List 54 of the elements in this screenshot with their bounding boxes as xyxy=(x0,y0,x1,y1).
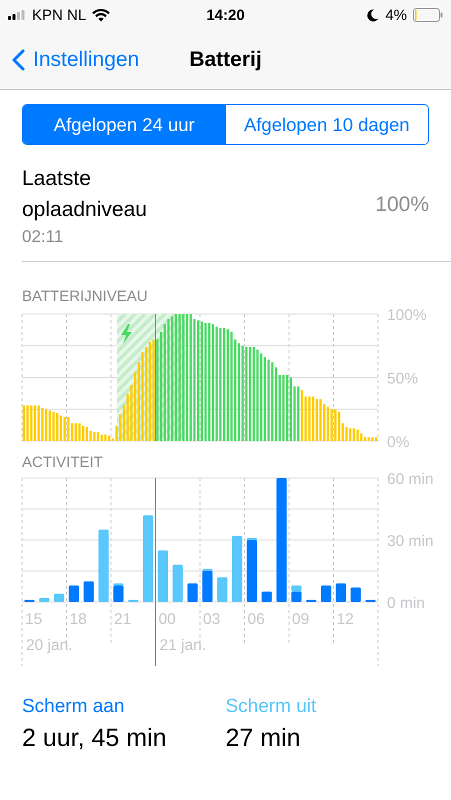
wifi-icon xyxy=(92,8,110,22)
chart-bar xyxy=(306,600,316,602)
usage-value: 2 uur, 45 min xyxy=(22,724,168,753)
back-button[interactable]: Instellingen xyxy=(0,48,140,72)
chart-bar xyxy=(365,600,376,602)
page-title: Batterij xyxy=(189,48,262,72)
date-label: 20 jan. xyxy=(26,637,73,654)
axis-label: 06 xyxy=(248,611,265,628)
usage-value: 27 min xyxy=(226,724,302,753)
segment-tab[interactable]: Afgelopen 24 uur xyxy=(23,105,226,144)
chart-bar xyxy=(158,550,168,602)
moon-icon xyxy=(367,8,380,22)
chart-bar xyxy=(68,585,80,602)
axis-label: 00 xyxy=(158,611,176,628)
axis-label: 0 min xyxy=(387,595,425,612)
chart-bar xyxy=(172,564,183,602)
section-title: BATTERIJNIVEAU xyxy=(21,287,149,307)
date-label: 21 jan. xyxy=(160,637,206,654)
axis-label: 30 min xyxy=(387,533,434,550)
chart-bar xyxy=(84,581,94,602)
chart-bar xyxy=(217,577,228,602)
section-title: ACTIVITEIT xyxy=(21,453,104,468)
chart-bar xyxy=(232,536,242,602)
axis-label: 18 xyxy=(70,611,87,628)
battery-percent: 4% xyxy=(385,6,407,24)
axis-label: 21 xyxy=(114,611,132,628)
axis-label: 03 xyxy=(203,611,220,628)
clock-time: 14:20 xyxy=(206,6,245,24)
axis-label: 09 xyxy=(292,611,310,628)
chart-bar xyxy=(128,600,138,602)
carrier-name: KPN NL xyxy=(32,6,86,24)
last-charge-time: 02:11 xyxy=(22,227,64,247)
chart-bar xyxy=(39,598,50,602)
chart-bar xyxy=(320,585,332,602)
lightning-icon xyxy=(121,324,132,344)
axis-label: 60 min xyxy=(387,471,434,488)
axis-label: 50% xyxy=(387,370,418,388)
axis-label: 12 xyxy=(336,611,354,628)
axis-label: 100% xyxy=(387,308,427,324)
chart-bar xyxy=(336,583,346,602)
chevron-left-icon xyxy=(12,48,25,70)
battery-icon xyxy=(413,8,443,22)
axis-label: 15 xyxy=(25,611,42,628)
chart-bar xyxy=(24,600,35,602)
chart-bar xyxy=(350,588,361,602)
last-charge-value: 100% xyxy=(375,193,429,217)
chart-bar xyxy=(54,594,64,602)
last-charge-label: Laatste oplaadniveau xyxy=(22,166,148,223)
usage-label: Scherm aan xyxy=(22,696,126,718)
usage-label: Scherm uit xyxy=(226,696,318,718)
chart-bar xyxy=(262,592,272,602)
chart-bar xyxy=(187,583,198,602)
axis-label: 0% xyxy=(387,434,410,448)
signal-icon xyxy=(8,10,26,20)
